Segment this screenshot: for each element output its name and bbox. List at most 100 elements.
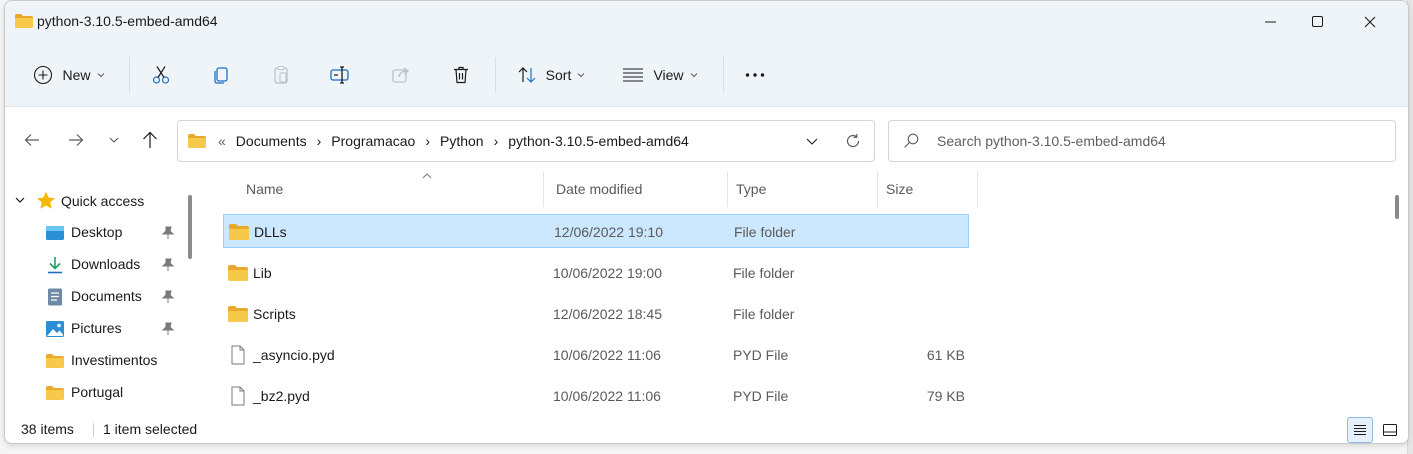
breadcrumb-current-folder[interactable]: python-3.10.5-embed-amd64 <box>508 133 689 149</box>
file-row-asyncio[interactable]: _asyncio.pyd 10/06/2022 11:06 PYD File 6… <box>223 338 969 372</box>
sidebar-item-label: Downloads <box>71 256 141 272</box>
breadcrumb-separator[interactable]: › <box>425 133 430 149</box>
chevron-down-icon <box>97 73 104 78</box>
file-name: _bz2.pyd <box>253 388 310 404</box>
details-view-button[interactable] <box>1347 417 1373 443</box>
file-row-lib[interactable]: Lib 10/06/2022 19:00 File folder <box>223 256 969 290</box>
column-header-label: Name <box>246 181 284 197</box>
folder-icon <box>15 14 33 28</box>
file-row-dlls[interactable]: DLLs 12/06/2022 19:10 File folder <box>223 214 969 248</box>
pin-icon[interactable] <box>162 290 174 304</box>
view-list-icon <box>623 68 644 82</box>
sidebar-item-documents[interactable]: Documents <box>5 281 185 313</box>
rename-button[interactable] <box>323 53 359 97</box>
up-button[interactable] <box>135 125 165 155</box>
pin-icon[interactable] <box>162 322 174 336</box>
paste-button[interactable] <box>263 53 299 97</box>
desktop-icon <box>46 226 64 240</box>
chevron-down-icon <box>806 138 818 145</box>
file-explorer-window: python-3.10.5-embed-amd64 New Sort View … <box>4 0 1409 444</box>
breadcrumb-programacao[interactable]: Programacao <box>331 133 415 149</box>
refresh-button[interactable] <box>839 127 867 155</box>
file-row-bz2[interactable]: _bz2.pyd 10/06/2022 11:06 PYD File 79 KB <box>223 379 969 413</box>
sidebar-item-label: Pictures <box>71 320 122 336</box>
file-icon <box>231 345 245 365</box>
cut-button[interactable] <box>143 53 179 97</box>
search-icon <box>904 133 919 148</box>
sidebar-item-quick-access[interactable]: Quick access <box>5 185 185 217</box>
window-title: python-3.10.5-embed-amd64 <box>37 13 218 29</box>
folder-icon <box>228 306 248 322</box>
maximize-icon <box>1312 16 1323 27</box>
file-name: DLLs <box>254 224 287 240</box>
sidebar-item-investimentos[interactable]: Investimentos <box>5 345 185 377</box>
pin-icon[interactable] <box>162 226 174 240</box>
selection-count: 1 item selected <box>103 421 198 437</box>
view-button[interactable]: View <box>613 53 707 97</box>
breadcrumb-separator[interactable]: › <box>494 133 499 149</box>
sort-button[interactable]: Sort <box>507 53 595 97</box>
chevron-down-icon <box>577 73 585 78</box>
title-bar[interactable]: python-3.10.5-embed-amd64 <box>5 1 1408 43</box>
file-icon <box>231 386 245 406</box>
sidebar-item-downloads[interactable]: Downloads <box>5 249 185 281</box>
sort-label: Sort <box>545 67 572 83</box>
close-button[interactable] <box>1347 1 1393 43</box>
navigation-bar: « Documents › Programacao › Python › pyt… <box>5 107 1408 171</box>
details-view-icon <box>1354 425 1366 435</box>
share-button[interactable] <box>383 53 419 97</box>
column-header-name[interactable]: Name <box>238 171 544 207</box>
address-bar[interactable]: « Documents › Programacao › Python › pyt… <box>177 120 875 162</box>
share-icon <box>392 67 410 83</box>
file-list-scrollbar-thumb[interactable] <box>1395 195 1399 219</box>
file-row-scripts[interactable]: Scripts 12/06/2022 18:45 File folder <box>223 297 969 331</box>
file-type: File folder <box>733 306 795 322</box>
column-header-size[interactable]: Size <box>878 171 978 207</box>
back-button[interactable] <box>17 125 47 155</box>
chevron-down-icon <box>109 137 119 143</box>
minimize-icon <box>1265 21 1276 23</box>
search-input[interactable] <box>937 121 1377 161</box>
rename-icon <box>330 66 349 84</box>
folder-icon <box>46 386 64 400</box>
delete-button[interactable] <box>443 53 479 97</box>
copy-button[interactable] <box>203 53 239 97</box>
command-bar: New Sort View <box>5 43 1408 107</box>
file-type: File folder <box>733 265 795 281</box>
toolbar-separator <box>495 57 496 93</box>
downloads-icon <box>48 257 62 274</box>
column-header-label: Date modified <box>556 181 643 197</box>
toolbar-separator <box>129 57 130 93</box>
new-button[interactable]: New <box>23 53 115 97</box>
sidebar-scrollbar-thumb[interactable] <box>188 195 192 259</box>
tiles-view-button[interactable] <box>1377 417 1403 443</box>
file-name: Scripts <box>253 306 296 322</box>
file-date: 10/06/2022 11:06 <box>553 347 661 363</box>
breadcrumb-python[interactable]: Python <box>440 133 484 149</box>
view-label: View <box>653 67 684 83</box>
breadcrumb-documents[interactable]: Documents <box>236 133 307 149</box>
minimize-button[interactable] <box>1248 1 1294 43</box>
breadcrumb: « Documents › Programacao › Python › pyt… <box>188 121 695 161</box>
sidebar-item-portugal[interactable]: Portugal <box>5 377 185 409</box>
forward-button[interactable] <box>61 125 91 155</box>
sidebar-item-pictures[interactable]: Pictures <box>5 313 185 345</box>
arrow-left-icon <box>24 134 39 146</box>
sidebar-item-desktop[interactable]: Desktop <box>5 217 185 249</box>
search-box[interactable] <box>888 120 1396 162</box>
pin-icon[interactable] <box>162 258 174 272</box>
maximize-button[interactable] <box>1295 1 1341 43</box>
status-separator <box>93 423 94 437</box>
sidebar-item-label: Documents <box>71 288 142 304</box>
breadcrumb-overflow[interactable]: « <box>218 133 226 149</box>
address-history-button[interactable] <box>798 127 826 155</box>
recent-locations-button[interactable] <box>99 125 129 155</box>
file-date: 10/06/2022 11:06 <box>553 388 661 404</box>
breadcrumb-separator[interactable]: › <box>317 133 322 149</box>
more-options-button[interactable] <box>737 53 773 97</box>
column-header-date[interactable]: Date modified <box>548 171 728 207</box>
more-dots-icon <box>745 73 765 77</box>
file-type: File folder <box>734 224 796 240</box>
trash-icon <box>454 66 468 84</box>
column-header-type[interactable]: Type <box>728 171 878 207</box>
